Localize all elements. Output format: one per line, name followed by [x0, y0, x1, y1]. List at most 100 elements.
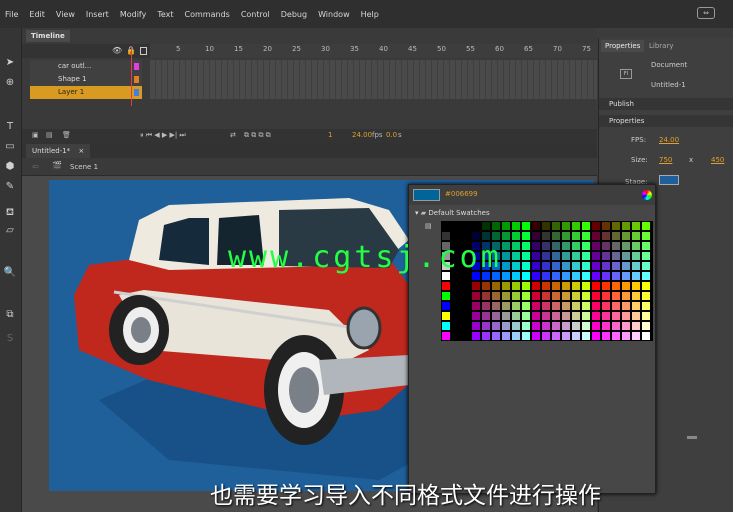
playhead[interactable]: [131, 46, 132, 106]
swatch[interactable]: [481, 291, 491, 301]
new-folder-icon[interactable]: ▤: [46, 131, 53, 139]
swatch[interactable]: [541, 301, 551, 311]
swatch[interactable]: [511, 221, 521, 231]
swatch[interactable]: [611, 261, 621, 271]
swatch[interactable]: [611, 301, 621, 311]
height-field[interactable]: 450: [711, 156, 724, 164]
layer-color-swatch[interactable]: [134, 76, 139, 83]
layer-color-swatch[interactable]: [134, 63, 139, 70]
swatch[interactable]: [521, 241, 531, 251]
swatch[interactable]: [471, 281, 481, 291]
workspace-switcher-icon[interactable]: ⇔: [697, 7, 715, 19]
swatch[interactable]: [531, 311, 541, 321]
swatch[interactable]: [581, 271, 591, 281]
swatch[interactable]: [581, 301, 591, 311]
swatch[interactable]: [631, 281, 641, 291]
paint-bucket-icon[interactable]: ⛾: [2, 206, 18, 220]
swatch[interactable]: [611, 321, 621, 331]
swatch[interactable]: [471, 221, 481, 231]
swatch[interactable]: [641, 311, 651, 321]
swatch[interactable]: [541, 251, 551, 261]
swatch[interactable]: [571, 311, 581, 321]
swatch[interactable]: [621, 271, 631, 281]
layer-row[interactable]: Layer 1: [30, 86, 142, 99]
swatch[interactable]: [541, 221, 551, 231]
swatch[interactable]: [601, 331, 611, 341]
menu-item-file[interactable]: File: [5, 10, 18, 19]
subselection-tool-icon[interactable]: ⊕: [2, 76, 18, 90]
swatch[interactable]: [591, 251, 601, 261]
swatch[interactable]: [481, 331, 491, 341]
swatch[interactable]: [641, 321, 651, 331]
swatch[interactable]: [571, 261, 581, 271]
menu-item-control[interactable]: Control: [241, 10, 270, 19]
swatch[interactable]: [631, 271, 641, 281]
swatch[interactable]: [541, 321, 551, 331]
menu-item-view[interactable]: View: [56, 10, 75, 19]
swatch[interactable]: [481, 221, 491, 231]
swatch[interactable]: [531, 271, 541, 281]
swatch[interactable]: [531, 221, 541, 231]
swatch[interactable]: [541, 281, 551, 291]
swatch[interactable]: [551, 331, 561, 341]
new-layer-icon[interactable]: ▣: [32, 131, 39, 139]
swatch[interactable]: [591, 311, 601, 321]
swatch[interactable]: [561, 291, 571, 301]
menu-item-text[interactable]: Text: [157, 10, 173, 19]
swatch[interactable]: [591, 291, 601, 301]
swatch[interactable]: [541, 271, 551, 281]
color-wheel-icon[interactable]: [642, 190, 652, 200]
swatch[interactable]: [511, 271, 521, 281]
swatch[interactable]: [521, 261, 531, 271]
swatch[interactable]: [621, 301, 631, 311]
swatch[interactable]: [531, 321, 541, 331]
swatch[interactable]: [611, 241, 621, 251]
swatch[interactable]: [601, 271, 611, 281]
swatch[interactable]: [581, 231, 591, 241]
swatch[interactable]: [571, 231, 581, 241]
swatch[interactable]: [471, 311, 481, 321]
swatch[interactable]: [571, 221, 581, 231]
swatch[interactable]: [631, 241, 641, 251]
swatch[interactable]: [641, 221, 651, 231]
swatch[interactable]: [601, 301, 611, 311]
stage-color-chip[interactable]: [659, 175, 679, 185]
swatch[interactable]: [541, 231, 551, 241]
swatch[interactable]: [581, 221, 591, 231]
properties-section[interactable]: Properties: [599, 115, 733, 127]
hex-field[interactable]: #006699: [445, 190, 478, 198]
swatch[interactable]: [551, 281, 561, 291]
swatch[interactable]: [631, 251, 641, 261]
swatch[interactable]: [551, 301, 561, 311]
swatch[interactable]: [491, 291, 501, 301]
swatch[interactable]: [591, 271, 601, 281]
swatch[interactable]: [571, 241, 581, 251]
eye-icon[interactable]: 👁: [112, 46, 122, 55]
swatch[interactable]: [471, 301, 481, 311]
swatch[interactable]: [471, 331, 481, 341]
swatch[interactable]: [441, 221, 451, 231]
swatch[interactable]: [561, 231, 571, 241]
snap-icon[interactable]: S: [2, 332, 18, 346]
swatch[interactable]: [441, 321, 451, 331]
swatch[interactable]: [441, 311, 451, 321]
scrollbar-thumb[interactable]: [687, 436, 697, 439]
swatch[interactable]: [471, 321, 481, 331]
swatch[interactable]: [521, 331, 531, 341]
swatch[interactable]: [561, 241, 571, 251]
swatch[interactable]: [641, 271, 651, 281]
layer-frames[interactable]: [150, 73, 597, 86]
swatch[interactable]: [611, 221, 621, 231]
swatch[interactable]: [631, 221, 641, 231]
swatch[interactable]: [631, 231, 641, 241]
swatch[interactable]: [591, 281, 601, 291]
swatch[interactable]: [601, 251, 611, 261]
swatch[interactable]: [641, 231, 651, 241]
menu-item-window[interactable]: Window: [318, 10, 350, 19]
swatch[interactable]: [491, 221, 501, 231]
menu-item-help[interactable]: Help: [361, 10, 379, 19]
outline-icon[interactable]: [140, 47, 147, 55]
swatch[interactable]: [501, 321, 511, 331]
swatch[interactable]: [541, 261, 551, 271]
swatch[interactable]: [521, 221, 531, 231]
